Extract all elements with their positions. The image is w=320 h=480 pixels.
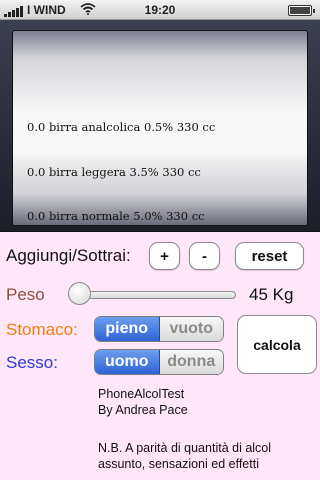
sex-option-male[interactable]: uomo xyxy=(95,350,159,374)
battery-icon xyxy=(288,5,315,16)
app-name: PhoneAlcolTest xyxy=(98,387,185,401)
weight-slider[interactable] xyxy=(68,291,236,299)
drink-picker[interactable]: 0.0 birra analcolica 0.5% 330 cc 0.0 bir… xyxy=(12,30,308,226)
sex-option-female[interactable]: donna xyxy=(158,350,223,374)
picker-row[interactable]: 0.0 birra leggera 3.5% 330 cc xyxy=(27,165,201,179)
calculate-button[interactable]: calcola xyxy=(237,315,317,374)
sex-segmented-control[interactable]: uomo donna xyxy=(94,349,224,375)
sex-label: Sesso: xyxy=(6,353,58,372)
subtract-button[interactable]: - xyxy=(189,242,220,270)
stomach-segmented-control[interactable]: pieno vuoto xyxy=(94,316,224,342)
status-time: 19:20 xyxy=(144,3,176,17)
drink-picker-frame: 0.0 birra analcolica 0.5% 330 cc 0.0 bir… xyxy=(0,20,320,232)
status-bar: I WIND 19:20 xyxy=(0,0,320,20)
author-credit: By Andrea Pace xyxy=(98,403,188,417)
stomach-option-full[interactable]: pieno xyxy=(95,317,159,341)
picker-row[interactable]: 0.0 birra normale 5.0% 330 cc xyxy=(27,209,205,223)
reset-button[interactable]: reset xyxy=(235,242,304,270)
weight-slider-thumb[interactable] xyxy=(68,282,91,305)
add-button[interactable]: + xyxy=(149,242,180,270)
weight-label: Peso xyxy=(6,285,45,304)
weight-value: 45 Kg xyxy=(249,285,294,304)
stomach-option-empty[interactable]: vuoto xyxy=(158,317,223,341)
disclaimer-note: N.B. A parità di quantità di alcol assun… xyxy=(98,441,272,471)
stomach-label: Stomaco: xyxy=(6,320,78,339)
add-remove-label: Aggiungi/Sottrai: xyxy=(6,246,131,265)
picker-row[interactable]: 0.0 birra analcolica 0.5% 330 cc xyxy=(27,120,215,134)
